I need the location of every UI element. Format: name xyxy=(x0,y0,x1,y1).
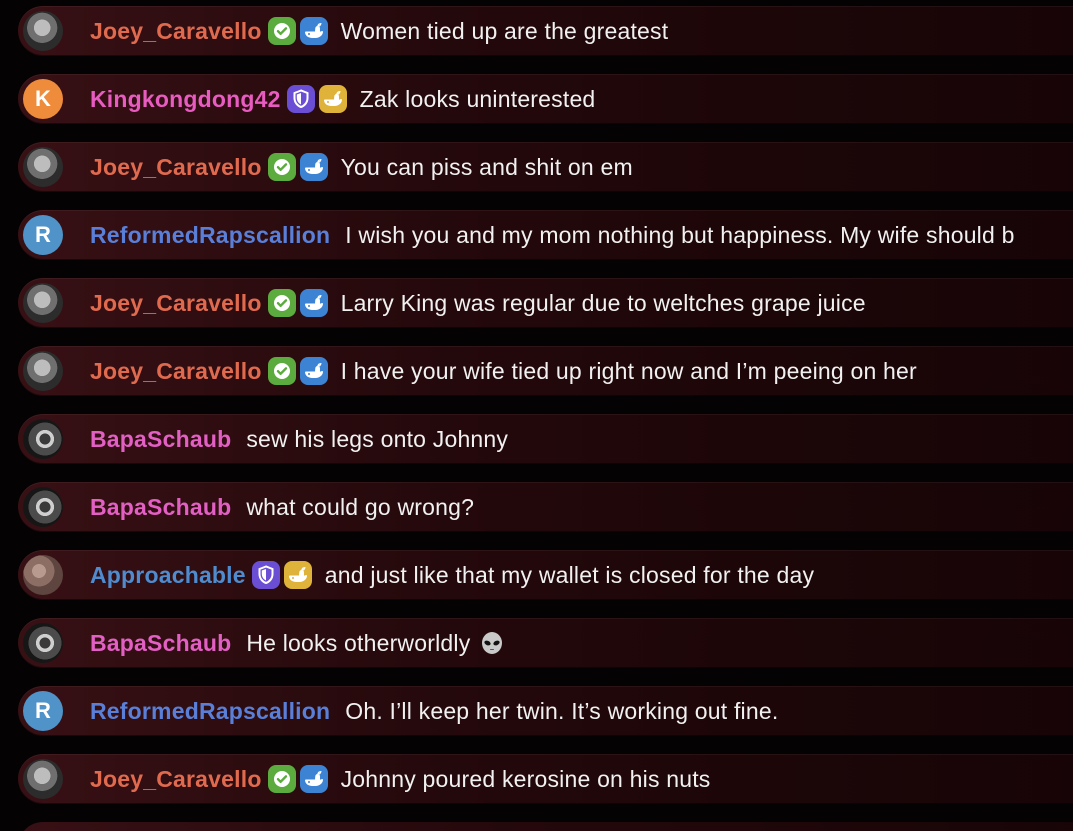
chat-message: Joey_Caravello Johnny poured kerosine on… xyxy=(18,754,1073,804)
verified-icon xyxy=(267,765,296,793)
avatar[interactable] xyxy=(23,283,63,323)
avatar[interactable] xyxy=(23,351,63,391)
message-text: Zak looks uninterested xyxy=(359,85,596,112)
avatar[interactable] xyxy=(23,147,63,187)
username[interactable]: Kingkongdong42 xyxy=(90,86,281,113)
username[interactable]: Joey_Caravello xyxy=(90,154,262,181)
alien-emoji-icon xyxy=(480,631,504,655)
chat-message: BapaSchaub He looks otherworldly xyxy=(18,618,1073,668)
username[interactable]: BapaSchaub xyxy=(90,630,231,657)
whale-blue-icon xyxy=(299,153,328,181)
message-text: He looks otherworldly xyxy=(246,629,471,656)
chat-message: BapaSchaub sew his legs onto Johnny xyxy=(18,414,1073,464)
verified-icon xyxy=(267,17,296,45)
message-text: I have your wife tied up right now and I… xyxy=(340,357,917,384)
avatar[interactable] xyxy=(23,11,63,51)
whale-gold-icon xyxy=(283,561,312,589)
message-text: Women tied up are the greatest xyxy=(340,17,669,44)
verified-icon xyxy=(267,357,296,385)
verified-icon xyxy=(267,289,296,317)
username[interactable]: ReformedRapscallion xyxy=(90,222,330,249)
chat-message: Joey_Caravello Women tied up are the gre… xyxy=(18,6,1073,56)
whale-blue-icon xyxy=(299,17,328,45)
username[interactable]: Joey_Caravello xyxy=(90,290,262,317)
moderator-shield-icon xyxy=(251,561,280,589)
message-text: Larry King was regular due to weltches g… xyxy=(340,289,866,316)
message-text: Oh. I’ll keep her twin. It’s working out… xyxy=(345,697,779,724)
avatar[interactable] xyxy=(23,555,63,595)
username[interactable]: Joey_Caravello xyxy=(90,18,262,45)
whale-gold-icon xyxy=(318,85,347,113)
message-text: sew his legs onto Johnny xyxy=(246,425,509,452)
chat-message: R ReformedRapscallion I wish you and my … xyxy=(18,210,1073,260)
message-text: what could go wrong? xyxy=(246,493,475,520)
whale-blue-icon xyxy=(299,289,328,317)
chat-feed: Joey_Caravello Women tied up are the gre… xyxy=(0,0,1073,831)
chat-message: Approachable and just like that my walle… xyxy=(18,550,1073,600)
username[interactable]: BapaSchaub xyxy=(90,426,231,453)
username[interactable]: BapaSchaub xyxy=(90,494,231,521)
chat-message: BapaSchaub what could go wrong? xyxy=(18,482,1073,532)
avatar[interactable] xyxy=(23,419,63,459)
verified-icon xyxy=(267,153,296,181)
chat-message: Joey_Caravello Larry King was regular du… xyxy=(18,278,1073,328)
avatar[interactable] xyxy=(23,759,63,799)
avatar[interactable] xyxy=(23,623,63,663)
moderator-shield-icon xyxy=(286,85,315,113)
chat-message: K Kingkongdong42 Zak looks uninterested xyxy=(18,74,1073,124)
chat-message: Joey_Caravello You can piss and shit on … xyxy=(18,142,1073,192)
avatar[interactable]: K xyxy=(23,79,63,119)
username[interactable]: Approachable xyxy=(90,562,246,589)
username[interactable]: Joey_Caravello xyxy=(90,358,262,385)
avatar[interactable] xyxy=(23,487,63,527)
whale-blue-icon xyxy=(299,357,328,385)
avatar[interactable]: R xyxy=(23,215,63,255)
chat-message: R ReformedRapscallion Oh. I’ll keep her … xyxy=(18,686,1073,736)
message-text: You can piss and shit on em xyxy=(340,153,633,180)
message-text: I wish you and my mom nothing but happin… xyxy=(345,221,1015,248)
message-text: Johnny poured kerosine on his nuts xyxy=(340,765,711,792)
whale-blue-icon xyxy=(299,765,328,793)
avatar[interactable]: R xyxy=(23,691,63,731)
message-text: and just like that my wallet is closed f… xyxy=(324,561,815,588)
username[interactable]: Joey_Caravello xyxy=(90,766,262,793)
chat-message-partial xyxy=(18,822,1073,831)
username[interactable]: ReformedRapscallion xyxy=(90,698,330,725)
chat-message: Joey_Caravello I have your wife tied up … xyxy=(18,346,1073,396)
